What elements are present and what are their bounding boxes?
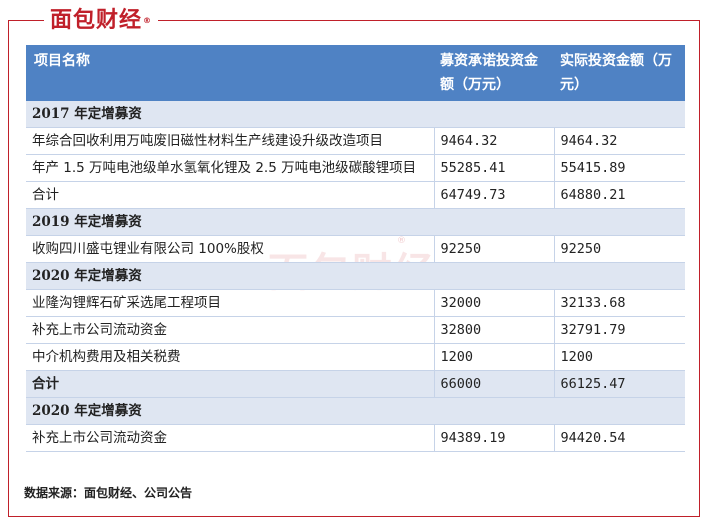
table-row: 补充上市公司流动资金 94389.19 94420.54 [26,424,685,452]
project-name-cell: 合计 [26,370,435,398]
promised-amount-cell: 94389.19 [434,424,555,452]
table-row: 年产 1.5 万吨电池级单水氢氧化锂及 2.5 万吨电池级碳酸锂项目 55285.… [26,154,685,182]
fundraising-table: 项目名称 募资承诺投资金额（万元） 实际投资金额（万元） 2017 年定增募资年… [26,45,685,452]
data-source-note: 数据来源：面包财经、公司公告 [24,486,193,500]
project-name-cell: 收购四川盛屯锂业有限公司 100%股权 [26,235,435,263]
header-actual-amount: 实际投资金额（万元） [554,45,685,101]
promised-amount-cell: 32800 [434,316,555,344]
promised-amount-cell: 1200 [434,343,555,371]
promised-amount-cell: 66000 [434,370,555,398]
section-title: 2017 年定增募资 [26,101,685,128]
table-row: 中介机构费用及相关税费 1200 1200 [26,343,685,371]
promised-amount-cell: 55285.41 [434,154,555,182]
actual-amount-cell: 55415.89 [554,154,685,182]
actual-amount-cell: 32791.79 [554,316,685,344]
section-row: 2020 年定增募资 [26,397,685,425]
promised-amount-cell: 64749.73 [434,181,555,209]
table-row: 业隆沟锂辉石矿采选尾工程项目 32000 32133.68 [26,289,685,317]
section-title: 2020 年定增募资 [26,397,685,425]
table-row: 合计 64749.73 64880.21 [26,181,685,209]
project-name-cell: 补充上市公司流动资金 [26,424,435,452]
actual-amount-cell: 1200 [554,343,685,371]
section-row: 2017 年定增募资 [26,101,685,128]
section-row: 2019 年定增募资 [26,208,685,236]
header-promised-amount: 募资承诺投资金额（万元） [434,45,554,101]
project-name-cell: 补充上市公司流动资金 [26,316,435,344]
actual-amount-cell: 32133.68 [554,289,685,317]
actual-amount-cell: 66125.47 [554,370,685,398]
promised-amount-cell: 32000 [434,289,555,317]
table-row: 年综合回收利用万吨废旧磁性材料生产线建设升级改造项目 9464.32 9464.32 [26,127,685,155]
actual-amount-cell: 64880.21 [554,181,685,209]
table-row: 补充上市公司流动资金 32800 32791.79 [26,316,685,344]
brand-logo: 面包财经® [44,9,159,33]
actual-amount-cell: 92250 [554,235,685,263]
total-row: 合计 66000 66125.47 [26,370,685,398]
project-name-cell: 业隆沟锂辉石矿采选尾工程项目 [26,289,435,317]
project-name-cell: 年综合回收利用万吨废旧磁性材料生产线建设升级改造项目 [26,127,435,155]
section-title: 2020 年定增募资 [26,262,685,290]
header-project-name: 项目名称 [26,45,434,101]
project-name-cell: 合计 [26,181,435,209]
project-name-cell: 年产 1.5 万吨电池级单水氢氧化锂及 2.5 万吨电池级碳酸锂项目 [26,154,435,182]
table-header-row: 项目名称 募资承诺投资金额（万元） 实际投资金额（万元） [26,45,685,101]
promised-amount-cell: 9464.32 [434,127,555,155]
table-row: 收购四川盛屯锂业有限公司 100%股权 92250 92250 [26,235,685,263]
actual-amount-cell: 9464.32 [554,127,685,155]
project-name-cell: 中介机构费用及相关税费 [26,343,435,371]
section-row: 2020 年定增募资 [26,262,685,290]
promised-amount-cell: 92250 [434,235,555,263]
section-title: 2019 年定增募资 [26,208,685,236]
actual-amount-cell: 94420.54 [554,424,685,452]
